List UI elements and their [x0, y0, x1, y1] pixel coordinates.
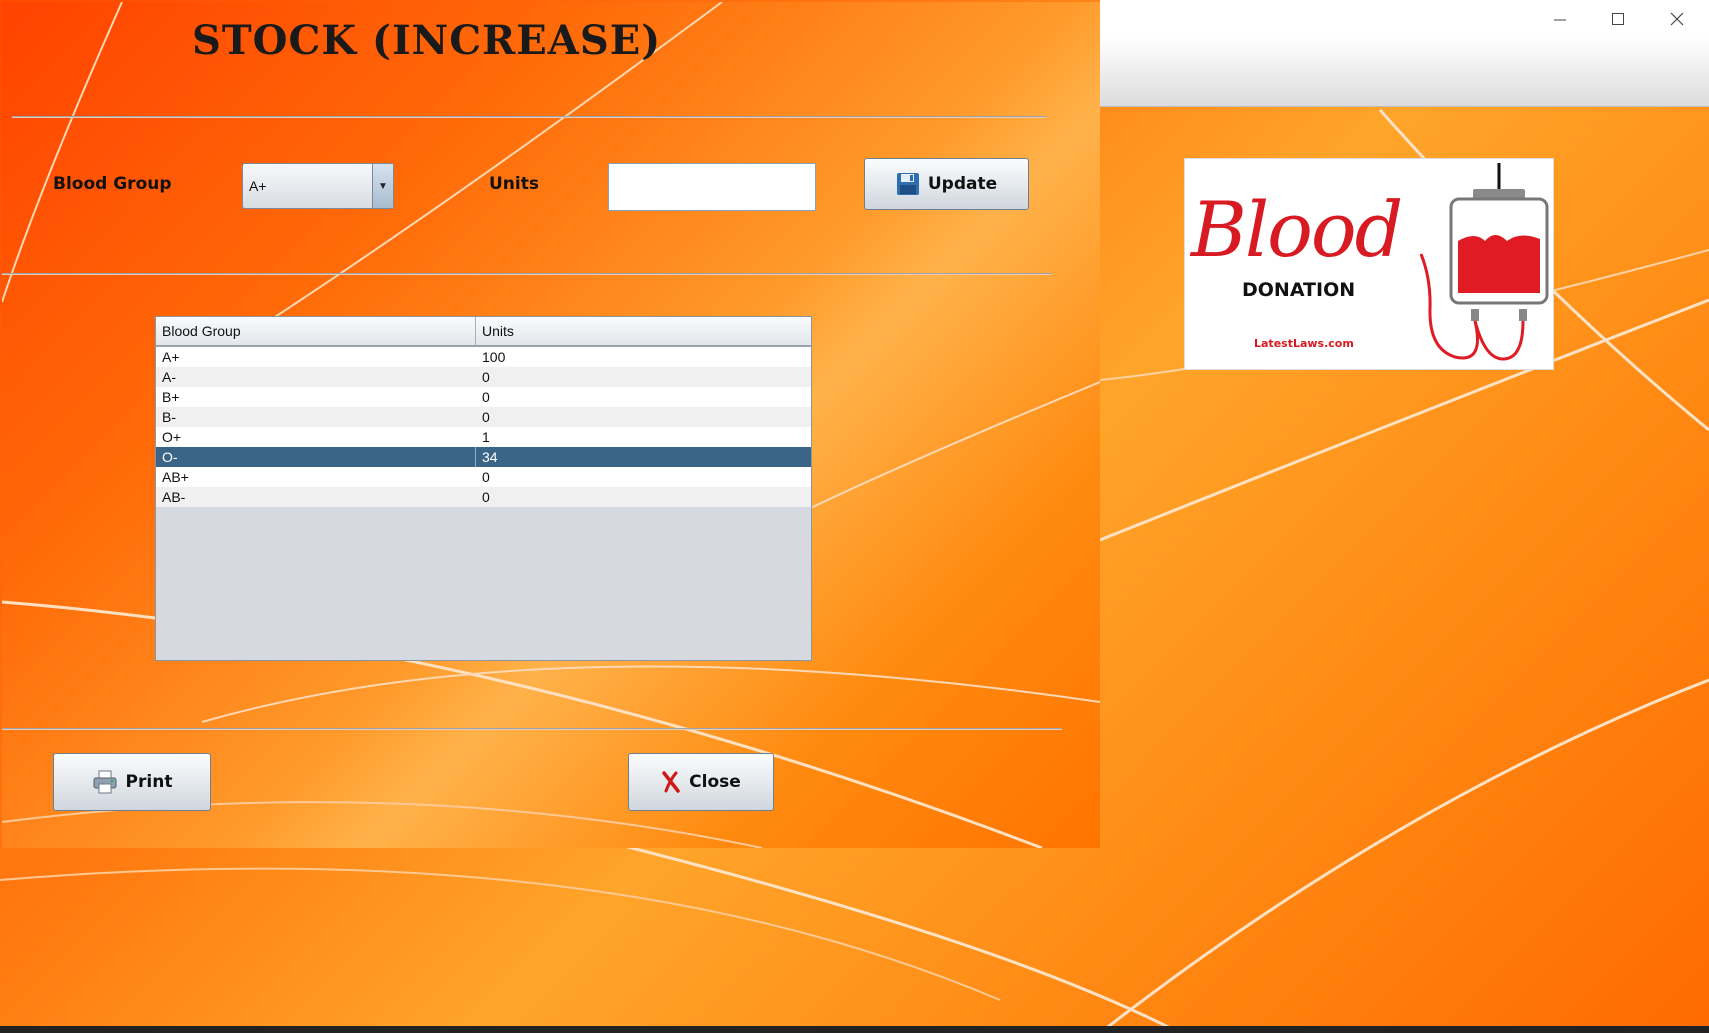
blood-group-selected-value: A+ [249, 178, 267, 194]
table-row[interactable]: O+ 1 [156, 427, 811, 447]
table-row[interactable]: B- 0 [156, 407, 811, 427]
middle-separator [2, 273, 1052, 275]
cell-blood-group: B- [162, 409, 176, 425]
maximize-icon [1612, 13, 1624, 25]
cell-units: 1 [482, 429, 490, 445]
table-row[interactable]: AB+ 0 [156, 467, 811, 487]
close-window-icon [1670, 12, 1684, 26]
table-row-selected[interactable]: O- 34 [156, 447, 811, 467]
print-button-label: Print [125, 772, 173, 792]
dropdown-arrow-icon[interactable]: ▼ [372, 164, 393, 208]
cell-blood-group: AB- [162, 489, 186, 505]
floppy-disk-icon [896, 172, 920, 196]
minimize-button[interactable] [1537, 6, 1583, 32]
page-title: STOCK (INCREASE) [192, 17, 662, 64]
titlebar-strip [1100, 38, 1709, 107]
cell-units: 0 [482, 409, 490, 425]
cell-units: 34 [482, 449, 498, 465]
update-button-label: Update [927, 174, 998, 194]
table-header: Blood Group Units [156, 317, 811, 347]
blood-group-label: Blood Group [53, 174, 172, 194]
blood-bag-icon [1419, 163, 1549, 361]
cell-units: 0 [482, 489, 490, 505]
cell-units: 0 [482, 389, 490, 405]
taskbar-strip [0, 1026, 1709, 1033]
bottom-separator [2, 728, 1062, 730]
units-input[interactable] [608, 163, 816, 211]
maximize-button[interactable] [1595, 6, 1641, 32]
units-label: Units [489, 174, 539, 194]
printer-icon [92, 769, 118, 795]
cell-blood-group: O+ [162, 429, 182, 445]
close-button[interactable]: Close [628, 753, 774, 811]
print-button[interactable]: Print [53, 753, 211, 811]
cell-blood-group: A+ [162, 349, 180, 365]
table-row[interactable]: A+ 100 [156, 347, 811, 367]
close-button-label: Close [689, 772, 741, 792]
table-row[interactable]: B+ 0 [156, 387, 811, 407]
minimize-icon [1554, 19, 1566, 21]
cell-units: 0 [482, 469, 490, 485]
blood-donation-logo: Blood DONATION LatestLaws.com [1184, 158, 1554, 370]
column-header-units[interactable]: Units [476, 317, 811, 345]
cell-units: 0 [482, 369, 490, 385]
cell-blood-group: A- [162, 369, 176, 385]
window-titlebar [1100, 0, 1709, 107]
column-header-blood-group[interactable]: Blood Group [156, 317, 476, 345]
red-x-icon [661, 771, 681, 793]
table-row[interactable]: A- 0 [156, 367, 811, 387]
cell-blood-group: O- [156, 447, 476, 467]
close-window-button[interactable] [1654, 6, 1700, 32]
cell-units: 100 [482, 349, 506, 365]
stock-table[interactable]: Blood Group Units A+ 100 A- 0 B+ 0 B- 0 … [155, 316, 812, 661]
cell-blood-group: B+ [162, 389, 180, 405]
top-separator [12, 116, 1046, 118]
blood-group-combobox[interactable]: A+ ▼ [242, 163, 394, 209]
update-button[interactable]: Update [864, 158, 1029, 210]
table-row[interactable]: AB- 0 [156, 487, 811, 507]
stock-increase-frame: STOCK (INCREASE) Blood Group A+ ▼ Units … [2, 2, 1100, 848]
cell-blood-group: AB+ [162, 469, 189, 485]
